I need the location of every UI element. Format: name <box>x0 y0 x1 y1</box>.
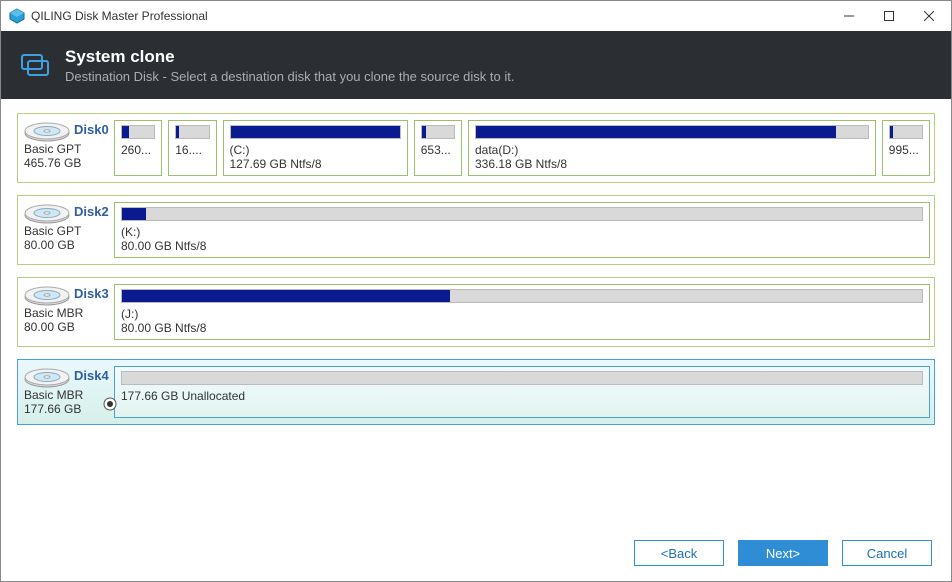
partition[interactable]: 16.... <box>168 120 216 176</box>
partition-label: (C:) <box>230 143 401 157</box>
partition-size: 16.... <box>175 143 209 157</box>
partition-size: 177.66 GB Unallocated <box>121 389 923 403</box>
disk-row[interactable]: Disk3 Basic MBR 80.00 GB (J:) 80.00 GB N… <box>17 277 935 347</box>
partition[interactable]: (J:) 80.00 GB Ntfs/8 <box>114 284 930 340</box>
partitions: (J:) 80.00 GB Ntfs/8 <box>114 284 930 340</box>
partition-usage-bar <box>121 289 923 303</box>
disk-name: Disk3 <box>74 286 109 301</box>
window-controls <box>829 2 949 30</box>
disk-type: Basic GPT <box>24 224 114 238</box>
disk-meta: Disk3 Basic MBR 80.00 GB <box>22 284 114 340</box>
app-icon <box>9 8 25 24</box>
partition-size: 127.69 GB Ntfs/8 <box>230 157 401 171</box>
partition-usage-bar <box>889 125 923 139</box>
header-text: System clone Destination Disk - Select a… <box>65 47 514 84</box>
partition-usage-bar <box>175 125 209 139</box>
footer-buttons: <Back Next> Cancel <box>634 540 932 566</box>
disk-size: 80.00 GB <box>24 238 114 252</box>
partition-usage-bar <box>121 207 923 221</box>
disk-meta: Disk2 Basic GPT 80.00 GB <box>22 202 114 258</box>
cancel-button[interactable]: Cancel <box>842 540 932 566</box>
disk-list: Disk0 Basic GPT 465.76 GB 260... 16.... … <box>1 99 951 425</box>
disk-radio-icon <box>103 397 117 416</box>
partition-label: data(D:) <box>475 143 869 157</box>
partition[interactable]: data(D:) 336.18 GB Ntfs/8 <box>468 120 876 176</box>
disk-name: Disk2 <box>74 204 109 219</box>
partition-size: 80.00 GB Ntfs/8 <box>121 239 923 253</box>
partitions: 260... 16.... (C:) 127.69 GB Ntfs/8 653.… <box>114 120 930 176</box>
partition-usage-bar <box>121 125 155 139</box>
disk-meta: Disk4 Basic MBR 177.66 GB <box>22 366 114 418</box>
maximize-button[interactable] <box>869 2 909 30</box>
titlebar: QILING Disk Master Professional <box>1 1 951 31</box>
partition-usage-bar <box>230 125 401 139</box>
partition-size: 80.00 GB Ntfs/8 <box>121 321 923 335</box>
partition-size: 336.18 GB Ntfs/8 <box>475 157 869 171</box>
disk-type: Basic MBR <box>24 388 114 402</box>
partitions: 177.66 GB Unallocated <box>114 366 930 418</box>
disk-meta: Disk0 Basic GPT 465.76 GB <box>22 120 114 176</box>
partitions: (K:) 80.00 GB Ntfs/8 <box>114 202 930 258</box>
page-title: System clone <box>65 47 514 67</box>
partition[interactable]: 177.66 GB Unallocated <box>114 366 930 418</box>
system-clone-icon <box>19 49 51 81</box>
close-button[interactable] <box>909 2 949 30</box>
partition-usage-bar <box>475 125 869 139</box>
window-title: QILING Disk Master Professional <box>31 9 829 23</box>
back-button[interactable]: <Back <box>634 540 724 566</box>
page-subtitle: Destination Disk - Select a destination … <box>65 69 514 84</box>
partition-label: (J:) <box>121 307 923 321</box>
partition-usage-bar <box>421 125 455 139</box>
disk-name: Disk4 <box>74 368 109 383</box>
partition-size: 653... <box>421 143 455 157</box>
partition[interactable]: (K:) 80.00 GB Ntfs/8 <box>114 202 930 258</box>
disk-type: Basic MBR <box>24 306 114 320</box>
partition[interactable]: 260... <box>114 120 162 176</box>
disk-size: 177.66 GB <box>24 402 114 416</box>
disk-row[interactable]: Disk2 Basic GPT 80.00 GB (K:) 80.00 GB N… <box>17 195 935 265</box>
disk-size: 465.76 GB <box>24 156 114 170</box>
disk-row[interactable]: Disk4 Basic MBR 177.66 GB 177.66 GB Unal… <box>17 359 935 425</box>
next-button[interactable]: Next> <box>738 540 828 566</box>
partition-label: (K:) <box>121 225 923 239</box>
disk-row[interactable]: Disk0 Basic GPT 465.76 GB 260... 16.... … <box>17 113 935 183</box>
disk-name: Disk0 <box>74 122 109 137</box>
minimize-button[interactable] <box>829 2 869 30</box>
page-header: System clone Destination Disk - Select a… <box>1 31 951 99</box>
partition-size: 995... <box>889 143 923 157</box>
partition-usage-bar <box>121 371 923 385</box>
disk-type: Basic GPT <box>24 142 114 156</box>
disk-size: 80.00 GB <box>24 320 114 334</box>
partition[interactable]: 995... <box>882 120 930 176</box>
partition-size: 260... <box>121 143 155 157</box>
partition[interactable]: (C:) 127.69 GB Ntfs/8 <box>223 120 408 176</box>
partition[interactable]: 653... <box>414 120 462 176</box>
